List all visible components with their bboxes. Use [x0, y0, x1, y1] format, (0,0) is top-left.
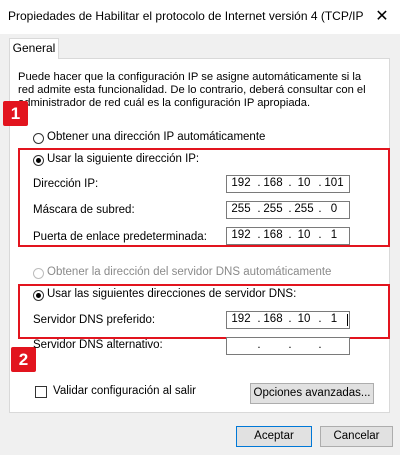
validate-checkbox-label: Validar configuración al salir [53, 385, 196, 397]
title-bar: Propiedades de Habilitar el protocolo de… [0, 0, 400, 34]
octet: 1 [330, 313, 338, 325]
description-text: Puede hacer que la configuración IP se a… [18, 71, 366, 109]
radio-obtain-dns-auto[interactable] [33, 268, 44, 279]
octet-separator: . [288, 339, 292, 351]
octet: 1 [330, 229, 338, 241]
octet: 192 [231, 177, 251, 189]
preferred-dns-label: Servidor DNS preferido: [33, 314, 156, 326]
window-title: Propiedades de Habilitar el protocolo de… [8, 9, 363, 23]
octet: 255 [231, 203, 251, 215]
octet: 101 [324, 177, 344, 189]
octet-separator: . [318, 339, 322, 351]
preferred-dns-field[interactable]: 192 . 168 . 10 . 1 [226, 311, 350, 329]
octet: 168 [263, 229, 283, 241]
accept-button[interactable]: Aceptar [236, 426, 312, 447]
radio-use-following-ip[interactable] [33, 155, 44, 166]
octet: 192 [231, 313, 251, 325]
subnet-mask-field[interactable]: 255 . 255 . 255 . 0 [226, 201, 350, 219]
cancel-button[interactable]: Cancelar [320, 426, 393, 447]
alternate-dns-label: Servidor DNS alternativo: [33, 339, 163, 351]
octet: 10 [297, 177, 311, 189]
tab-general[interactable]: General [9, 38, 59, 59]
close-button[interactable]: ✕ [368, 3, 396, 31]
ip-address-label: Dirección IP: [33, 178, 99, 190]
radio-obtain-ip-auto-label: Obtener una dirección IP automáticamente [47, 131, 266, 143]
close-icon: ✕ [375, 8, 389, 25]
radio-obtain-ip-auto[interactable] [33, 133, 44, 144]
octet: 0 [330, 203, 338, 215]
annotation-badge-1: 1 [3, 101, 28, 126]
radio-use-following-ip-label: Usar la siguiente dirección IP: [47, 153, 200, 165]
default-gateway-label: Puerta de enlace predeterminada: [33, 231, 207, 243]
default-gateway-field[interactable]: 192 . 168 . 10 . 1 [226, 227, 350, 245]
advanced-options-button[interactable]: Opciones avanzadas... [250, 383, 374, 404]
alternate-dns-field[interactable]: . . . [226, 337, 350, 355]
octet-separator: . [257, 339, 261, 351]
radio-obtain-dns-auto-label: Obtener la dirección del servidor DNS au… [47, 266, 332, 278]
ip-address-field[interactable]: 192 . 168 . 10 . 101 [226, 175, 350, 193]
octet: 255 [294, 203, 314, 215]
radio-use-following-dns[interactable] [33, 290, 44, 301]
octet: 168 [263, 313, 283, 325]
octet: 168 [263, 177, 283, 189]
radio-selected-dot [36, 158, 41, 163]
octet: 255 [263, 203, 283, 215]
radio-use-following-dns-label: Usar las siguientes direcciones de servi… [47, 288, 297, 300]
octet: 10 [297, 229, 311, 241]
radio-selected-dot [36, 293, 41, 298]
octet: 192 [231, 229, 251, 241]
validate-checkbox[interactable] [35, 386, 47, 398]
octet: 10 [297, 313, 311, 325]
text-caret [347, 314, 348, 326]
subnet-mask-label: Máscara de subred: [33, 204, 135, 216]
